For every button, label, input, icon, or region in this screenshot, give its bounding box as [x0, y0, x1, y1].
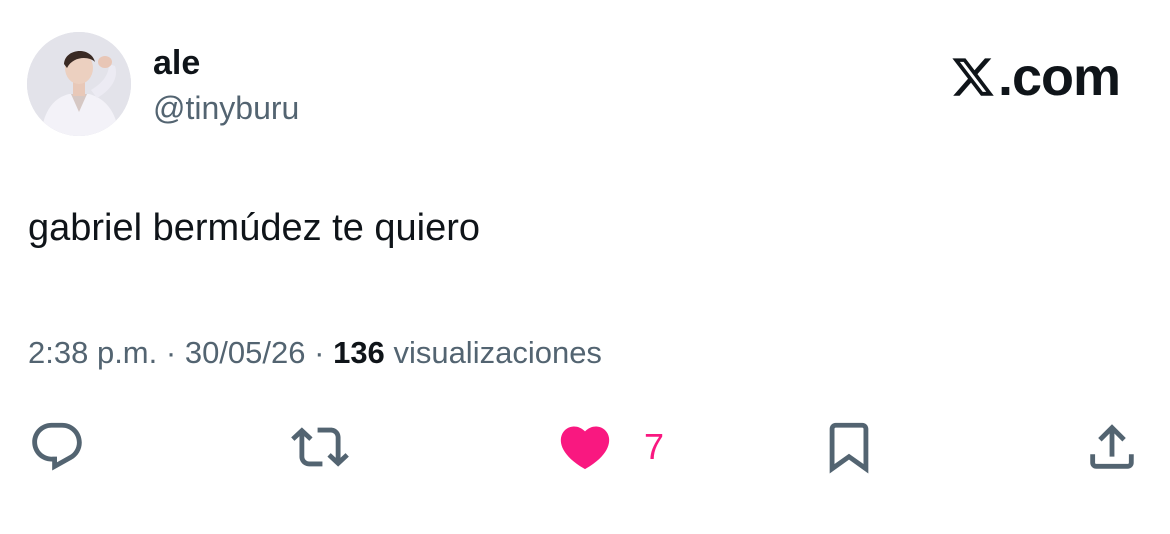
share-button[interactable]: [1083, 418, 1141, 476]
x-logo-icon: [952, 58, 994, 96]
author-display-name[interactable]: ale: [153, 44, 200, 82]
bookmark-icon: [829, 422, 869, 474]
like-count: 7: [644, 426, 665, 467]
meta-separator: ·: [165, 335, 177, 370]
brand-logo: .com: [950, 47, 1121, 107]
retweet-button[interactable]: [287, 418, 353, 476]
meta-separator: ·: [314, 335, 325, 370]
tweet-time[interactable]: 2:38 p.m.: [28, 335, 157, 370]
author-handle[interactable]: @tinyburu: [153, 89, 299, 127]
views-label: visualizaciones: [393, 335, 602, 370]
reply-button[interactable]: [28, 418, 86, 476]
tweet-meta: 2:38 p.m. · 30/05/26 · 136 visualizacion…: [28, 333, 602, 373]
tweet-text: gabriel bermúdez te quiero: [28, 207, 481, 249]
retweet-icon: [291, 427, 349, 467]
heart-filled-icon: [560, 426, 610, 470]
bookmark-button[interactable]: [820, 418, 878, 476]
share-icon: [1090, 424, 1134, 469]
brand-text: .com: [997, 47, 1121, 107]
reply-icon: [32, 422, 82, 471]
tweet-date[interactable]: 30/05/26: [185, 335, 306, 370]
avatar-image: [27, 32, 131, 136]
views-count: 136: [333, 335, 385, 370]
avatar[interactable]: [27, 32, 131, 136]
like-button[interactable]: 7: [556, 418, 664, 476]
